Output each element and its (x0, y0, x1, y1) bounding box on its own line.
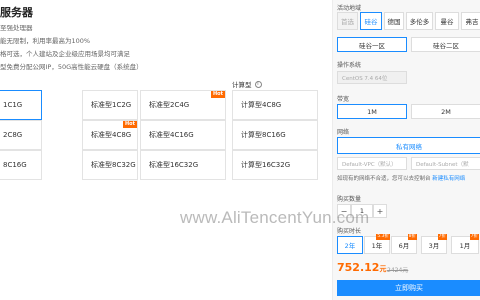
duration-label: 1月 (459, 242, 471, 250)
bandwidth-option[interactable]: 2M (411, 104, 480, 119)
instance-card-label: 标准型1C2G (91, 101, 132, 109)
instance-card-label: 标准型4C8G (91, 131, 132, 139)
instance-card[interactable]: 标准型16C32G (140, 150, 226, 180)
region-label: 活动地域 (337, 5, 362, 12)
purchase-panel: 活动地域 首选 硅谷 德国 多伦多 曼谷 弗吉 硅谷一区 硅谷二区 操作系统 CentOS … (332, 0, 480, 300)
duration-option[interactable]: 6月 8折 (391, 234, 417, 254)
network-private-option[interactable]: 私有网络 (337, 137, 480, 154)
instance-card[interactable]: 8C16G (0, 150, 42, 180)
instance-card[interactable]: 标准型4C8G Hot (82, 120, 138, 150)
feature-line-3: 格可选，个人建站及企业级应用场景均可满足 (0, 50, 130, 58)
instance-card-label: 标准型4C16G (149, 131, 194, 139)
hot-badge: Hot (122, 121, 137, 128)
compute-type-header: 计算型 i (232, 79, 262, 89)
quantity-plus-button[interactable]: + (373, 204, 387, 218)
discount-badge: 7折 (469, 234, 479, 240)
instance-card-label: 计算型8C16G (241, 131, 286, 139)
instance-card[interactable]: 标准型4C16G (140, 120, 226, 150)
duration-label: 2年 (344, 242, 356, 250)
bandwidth-option[interactable]: 1M (337, 104, 407, 119)
region-option[interactable]: 多伦多 (406, 12, 433, 30)
compute-type-label: 计算型 (232, 81, 252, 89)
network-label: 网络 (337, 129, 350, 136)
create-vpc-link[interactable]: 新建私有网络 (432, 176, 465, 182)
quantity-label: 购买数量 (337, 196, 362, 203)
instance-card-label: 计算型16C32G (241, 161, 291, 169)
instance-card-label: 8C16G (3, 161, 27, 169)
zone-option[interactable]: 硅谷一区 (337, 37, 407, 52)
instance-card[interactable]: 标准型1C2G (82, 90, 138, 120)
instance-card-label: 1C1G (3, 101, 23, 109)
instance-card-label: 2C8G (3, 131, 23, 139)
os-label: 操作系统 (337, 62, 362, 69)
instance-card[interactable]: 1C1G (0, 90, 42, 120)
feature-line-4: 型免费分配公网IP，50G高性能云硬盘（系统盘） (0, 63, 143, 71)
region-option[interactable]: 弗吉 (461, 12, 480, 30)
instance-card-label: 计算型4C8G (241, 101, 282, 109)
discount-badge: 7折 (437, 234, 447, 240)
instance-card[interactable]: 标准型2C4G Hot (140, 90, 226, 120)
duration-option[interactable]: 3月 7折 (421, 234, 447, 254)
instance-card[interactable]: 标准型8C32G (82, 150, 138, 180)
region-option[interactable]: 德国 (384, 12, 404, 30)
original-price: 2424元 (387, 267, 409, 274)
info-icon[interactable]: i (254, 80, 262, 88)
instance-card-label: 标准型8C32G (91, 161, 136, 169)
instance-card[interactable]: 计算型8C16G (232, 120, 318, 150)
feature-line-1: 至强处理器 (0, 24, 33, 32)
price-unit: 元 (379, 265, 387, 273)
feature-line-2: 能无限制，利用率最高为100% (0, 37, 91, 45)
buy-now-button[interactable]: 立即购买 (337, 280, 480, 296)
duration-label: 6月 (398, 242, 410, 250)
price-value: 752.12 (337, 261, 380, 274)
instance-card-label: 标准型16C32G (149, 161, 199, 169)
vpc-select[interactable]: Default-VPC（默认） (337, 157, 407, 170)
region-option: 首选 (337, 12, 358, 30)
zone-option[interactable]: 硅谷二区 (411, 37, 480, 52)
duration-option[interactable]: 2年 (337, 236, 363, 254)
duration-option[interactable]: 1年 5.3折 (364, 234, 390, 254)
network-note: 如现有的网络不合适，您可以去控制台 新建私有网络 (337, 174, 465, 182)
bandwidth-label: 带宽 (337, 96, 350, 103)
server-config-panel: 服务器 至强处理器 能无限制，利用率最高为100% 格可选，个人建站及企业级应用… (0, 0, 324, 300)
os-field[interactable]: CentOS 7.4 64位 (337, 71, 407, 84)
instance-card[interactable]: 2C8G (0, 120, 42, 150)
instance-card[interactable]: 计算型16C32G (232, 150, 318, 180)
price: 752.12元 (337, 261, 386, 274)
instance-card[interactable]: 计算型4C8G (232, 90, 318, 120)
section-title: 服务器 (0, 6, 33, 19)
duration-option[interactable]: 1月 7折 (451, 234, 479, 254)
subnet-select[interactable]: Default-Subnet（默 (411, 157, 480, 170)
duration-label: 3月 (428, 242, 440, 250)
region-option[interactable]: 曼谷 (435, 12, 459, 30)
discount-badge: 5.3折 (376, 234, 390, 240)
instance-card-label: 标准型2C4G (149, 101, 190, 109)
network-note-text: 如现有的网络不合适，您可以去控制台 (337, 176, 431, 182)
watermark: www.AliTencentYun.com (180, 208, 370, 227)
discount-badge: 8折 (407, 234, 417, 240)
region-option[interactable]: 硅谷 (360, 12, 382, 30)
hot-badge: Hot (210, 91, 225, 98)
duration-label: 1年 (371, 242, 383, 250)
